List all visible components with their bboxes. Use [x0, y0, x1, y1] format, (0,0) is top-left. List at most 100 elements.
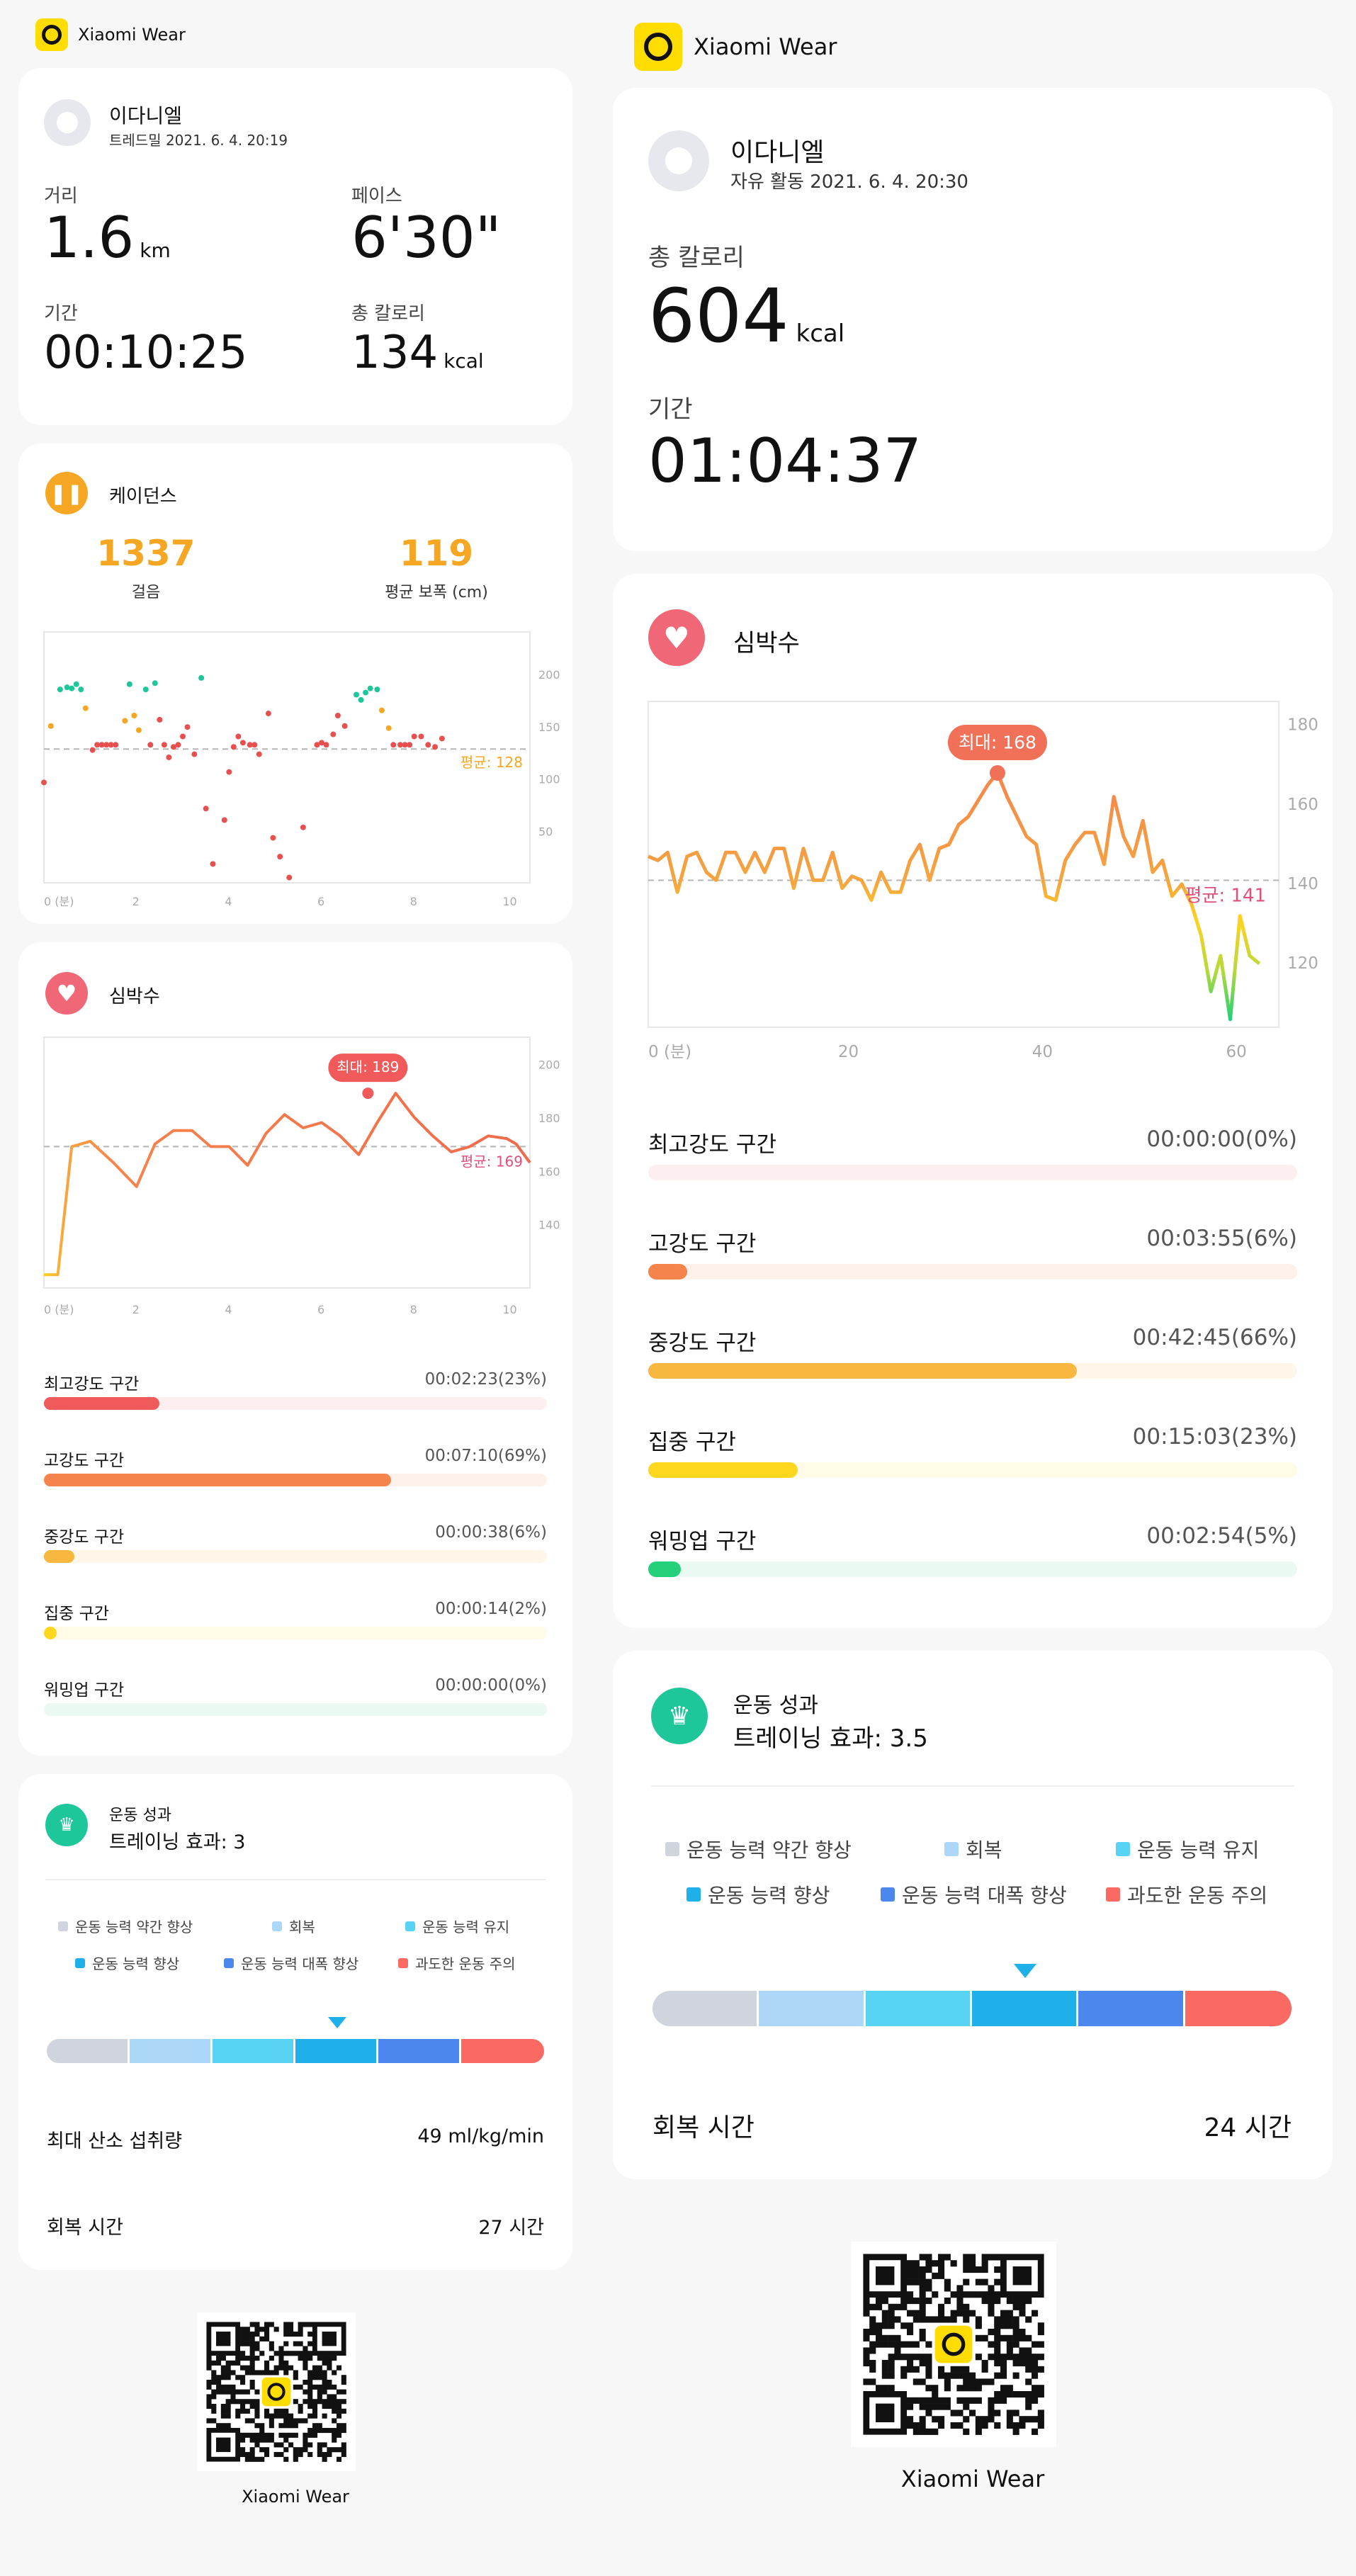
avatar [648, 130, 709, 191]
zone-time: 00:00:38(6%) [435, 1523, 547, 1542]
cadence-point [135, 727, 142, 733]
duration-value: 01:04:37 [648, 426, 922, 497]
y-tick-label: 180 [538, 1112, 560, 1125]
cadence-point [374, 687, 380, 693]
scale-segment [1185, 1991, 1292, 2026]
x-tick-label: 2 [132, 1303, 140, 1316]
max-point [989, 764, 1005, 781]
performance-card: ♛ 운동 성과 트레이닝 효과: 3.5 운동 능력 약간 향상 회복 운동 능력 … [613, 1651, 1333, 2179]
zone-name: 고강도 구간 [44, 1452, 125, 1470]
calories-value: 134 kcal [351, 327, 484, 379]
average-label: 평균: 141 [1185, 885, 1267, 906]
cadence-point [131, 713, 137, 718]
cadence-point [407, 742, 413, 748]
legend-swatch [224, 1958, 234, 1968]
legend-swatch [881, 1887, 895, 1902]
zone-time: 00:42:45(66%) [1132, 1325, 1297, 1350]
scale-segment [759, 1991, 864, 2026]
zone-name: 집중 구간 [44, 1605, 109, 1623]
cadence-point [152, 680, 158, 687]
max-point [362, 1088, 374, 1100]
cadence-point [126, 681, 132, 687]
legend-item: 운동 능력 대폭 향상 [881, 1880, 1067, 1909]
cadence-point [300, 824, 306, 830]
heart-rate-title: 심박수 [109, 986, 160, 1007]
y-tick-label: 200 [538, 1058, 560, 1072]
x-tick-label: 2 [132, 895, 140, 908]
brand-name: Xiaomi Wear [78, 25, 186, 45]
zone-track [44, 1397, 547, 1410]
zone-track [44, 1627, 547, 1639]
cadence-point [198, 674, 205, 681]
cadence-point [122, 718, 128, 724]
legend-label: 운동 능력 향상 [92, 1955, 180, 1972]
qr-code-icon [863, 2254, 1044, 2435]
legend-item: 운동 능력 유지 [1116, 1835, 1259, 1863]
duration-label: 기간 [44, 303, 78, 324]
cadence-point [390, 742, 397, 748]
cadence-card: ❚❚ 케이던스 1337 걸음 119 평균 보폭 (cm) 200 150 100… [18, 444, 572, 924]
zone-name: 중강도 구간 [44, 1528, 125, 1547]
legend-swatch [405, 1921, 415, 1931]
brand-name: Xiaomi Wear [694, 33, 837, 60]
zone-track [648, 1462, 1297, 1478]
scale-segment [295, 2039, 376, 2063]
legend-item: 과도한 운동 주의 [398, 1953, 516, 1973]
cadence-point [330, 731, 337, 738]
heart-rate-card: ♥ 심박수 180 160 140 120 0 (분) 20 40 60 최대: 168 [613, 574, 1333, 1628]
workout-subtitle: 자유 활동 2021. 6. 4. 20:30 [730, 171, 968, 193]
y-tick-label: 160 [538, 1165, 560, 1178]
cadence-point [385, 725, 392, 731]
footprints-icon: ❚❚ [45, 472, 88, 514]
zone-track [648, 1165, 1297, 1180]
legend-label: 과도한 운동 주의 [415, 1955, 516, 1972]
cadence-point [82, 705, 89, 711]
zone-track [44, 1703, 547, 1716]
cadence-point [367, 685, 373, 691]
level-indicator-icon [1014, 1964, 1037, 1978]
legend-swatch [944, 1842, 959, 1856]
cadence-chart: 200 150 100 50 0 (분) 2 4 6 8 10 평균: 128 [41, 631, 560, 908]
cadence-point [363, 689, 369, 696]
level-indicator-icon [327, 2017, 346, 2028]
cadence-point [265, 711, 271, 717]
performance-scale [47, 2039, 544, 2063]
cadence-point [358, 696, 364, 703]
workout-subtitle: 트레드밀 2021. 6. 4. 20:19 [109, 132, 288, 149]
scale-segment [130, 2039, 210, 2063]
cadence-point [378, 707, 385, 713]
x-tick-label: 0 (분) [44, 895, 74, 908]
cadence-point [47, 723, 54, 729]
pace-label: 페이스 [351, 186, 402, 207]
cadence-point [323, 742, 329, 748]
zone-time: 00:02:23(23%) [424, 1370, 547, 1389]
scale-segment [972, 1991, 1077, 2026]
x-tick-label: 4 [225, 895, 232, 908]
legend-label: 운동 능력 향상 [708, 1884, 830, 1907]
average-label: 평균: 128 [461, 754, 523, 771]
performance-title: 운동 성과 [109, 1807, 171, 1824]
scale-segment [47, 2039, 128, 2063]
scale-segment [652, 1991, 757, 2026]
cadence-point [354, 691, 359, 698]
legend-item: 운동 능력 향상 [687, 1880, 830, 1909]
cadence-point [73, 681, 79, 687]
cadence-point [270, 835, 276, 841]
user-name: 이다니엘 [109, 104, 183, 128]
recovery-time-value: 27 시간 [478, 2217, 544, 2239]
calories-label: 총 칼로리 [351, 303, 425, 324]
zone-name: 고강도 구간 [648, 1231, 757, 1257]
chart-frame [43, 631, 531, 883]
zone-time: 00:00:00(0%) [1146, 1126, 1297, 1152]
brand-header: Xiaomi Wear [35, 18, 186, 51]
y-tick-label: 200 [538, 668, 560, 682]
cadence-point [334, 713, 341, 718]
zone-track [648, 1561, 1297, 1577]
cadence-point [411, 733, 417, 740]
cadence-point [157, 716, 163, 723]
trophy-icon: ♛ [45, 1804, 88, 1846]
xiaomi-wear-logo-icon [35, 18, 68, 51]
average-label: 평균: 169 [461, 1153, 523, 1170]
legend-swatch [1106, 1887, 1120, 1902]
vo2max-value: 49 ml/kg/min [417, 2125, 544, 2147]
